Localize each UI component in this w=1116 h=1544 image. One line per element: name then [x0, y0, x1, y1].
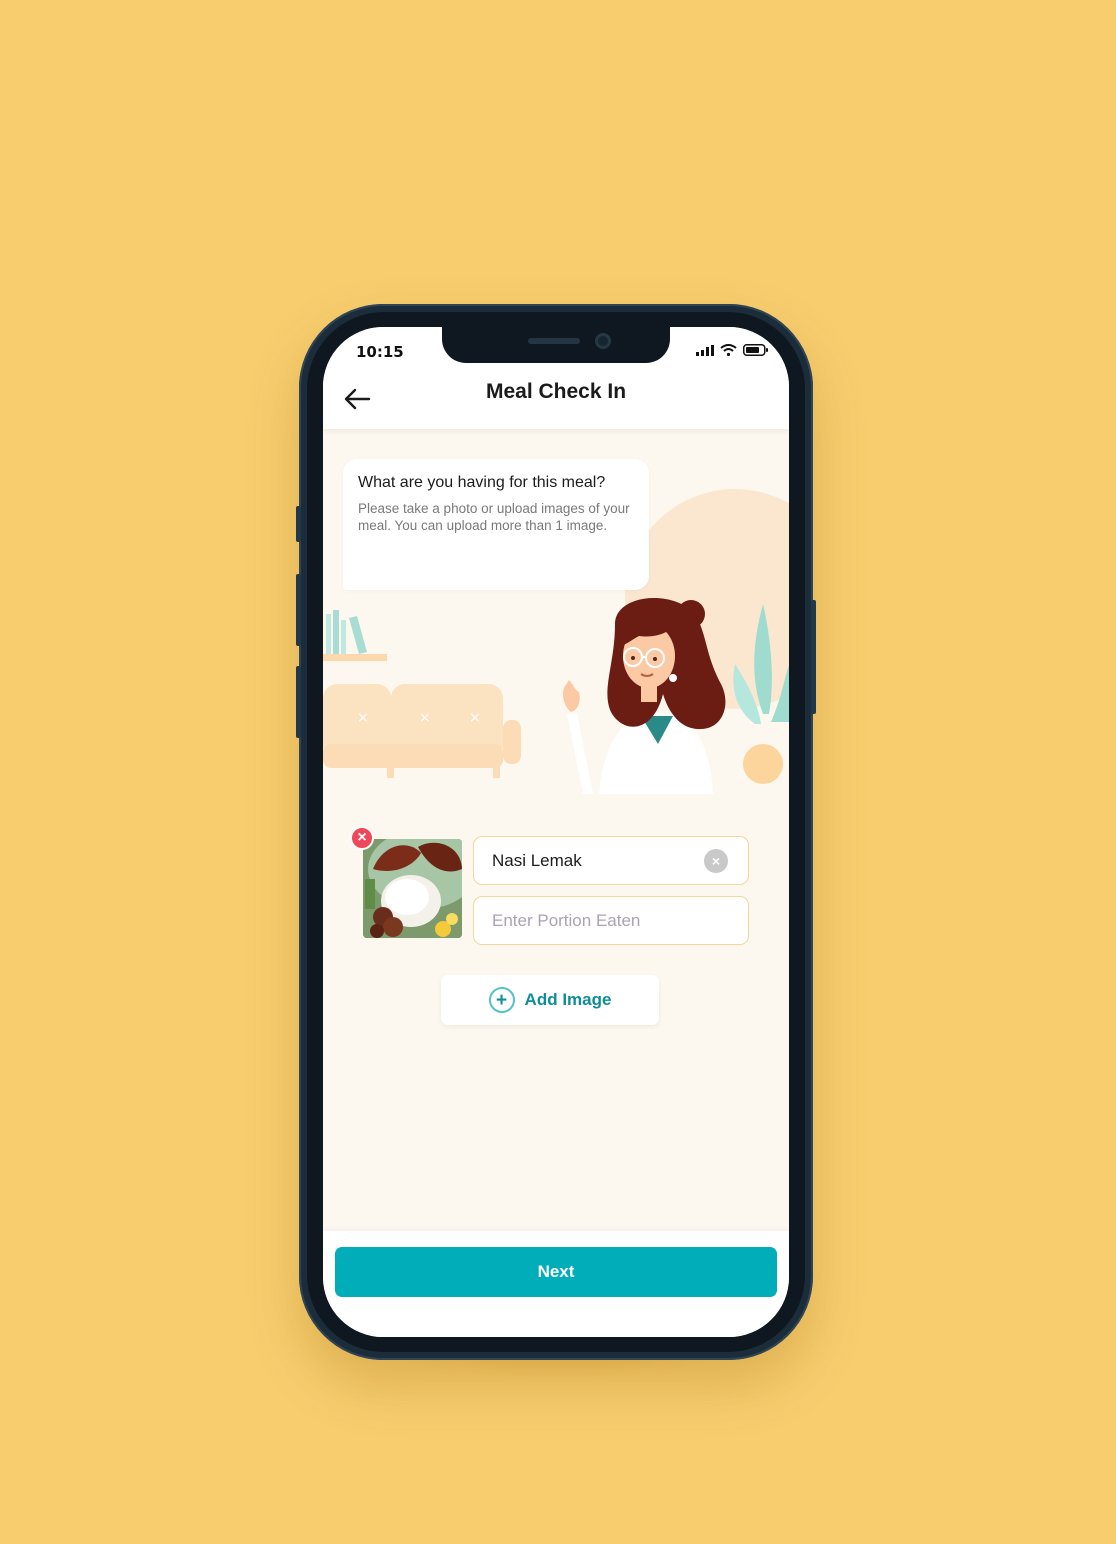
wifi-icon [720, 344, 737, 356]
status-icons [696, 344, 769, 356]
next-button[interactable]: Next [335, 1247, 777, 1297]
page-title: Meal Check In [485, 380, 627, 403]
food-name-field[interactable]: Nasi Lemak × [473, 836, 749, 885]
phone-screen: 10:15 Meal Check In What are you having … [323, 327, 789, 1337]
volume-up-button [296, 574, 301, 646]
add-image-label: Add Image [524, 990, 612, 1009]
clear-food-name-button[interactable]: × [704, 849, 728, 873]
signal-icon [696, 344, 714, 356]
meal-photo[interactable] [363, 839, 462, 938]
svg-text:×: × [357, 710, 369, 726]
power-button [811, 600, 816, 714]
svg-text:×: × [419, 710, 431, 726]
footer-bar: Next [323, 1231, 789, 1337]
nutritionist-illustration: × × × [323, 597, 789, 794]
main-content: What are you having for this meal? Pleas… [323, 429, 789, 1229]
battery-icon [743, 344, 768, 356]
mute-switch [296, 506, 301, 542]
add-image-button[interactable]: + Add Image [441, 975, 659, 1025]
meal-photo-image [363, 839, 462, 938]
portion-eaten-field[interactable]: Enter Portion Eaten [473, 896, 749, 945]
svg-text:×: × [469, 710, 481, 726]
remove-image-button[interactable]: × [350, 826, 374, 850]
app-header: Meal Check In [323, 373, 789, 429]
notch [442, 327, 670, 363]
food-name-value: Nasi Lemak [492, 850, 582, 870]
meal-image-card: × [350, 826, 462, 938]
prompt-subtitle: Please take a photo or upload images of … [358, 501, 630, 533]
volume-down-button [296, 666, 301, 738]
status-time: 10:15 [356, 343, 404, 361]
clear-icon: × [711, 853, 721, 869]
portion-placeholder: Enter Portion Eaten [492, 910, 641, 930]
close-icon: × [357, 829, 367, 846]
prompt-bubble: What are you having for this meal? Pleas… [343, 459, 649, 590]
plus-circle-icon: + [488, 987, 515, 1013]
prompt-title: What are you having for this meal? [358, 474, 606, 491]
